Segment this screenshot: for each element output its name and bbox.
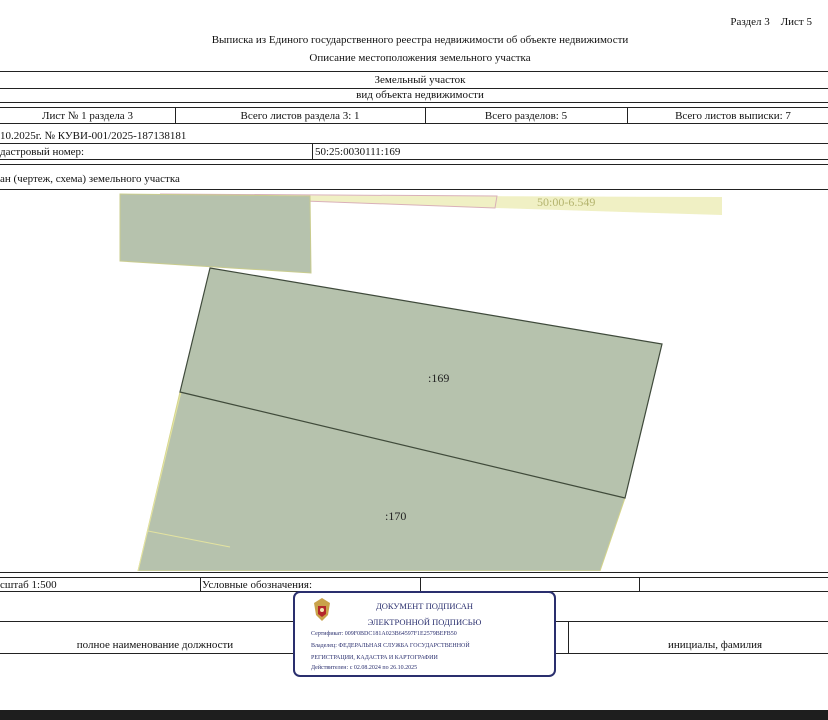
total-extract-sheets: Всего листов выписки: 7	[675, 110, 791, 122]
stamp-line-2: ЭЛЕКТРОННОЙ ПОДПИСЬЮ	[367, 617, 482, 627]
section-sheet-label: Раздел 3 Лист 5	[730, 16, 812, 28]
total-section-sheets: Всего листов раздела 3: 1	[240, 110, 360, 122]
neighbor-parcel-top	[119, 193, 312, 274]
cadastral-number: 50:25:0030111:169	[315, 146, 401, 158]
object-kind-label: вид объекта недвижимости	[356, 89, 484, 101]
document-title: Выписка из Единого государственного реес…	[211, 34, 629, 46]
quarter-label: 50:00-6.549	[537, 195, 595, 209]
section-number: Раздел 3	[730, 16, 770, 28]
stamp-certificate: Сертификат: 009F0BDC181A023B64597F1E2579…	[311, 631, 457, 637]
parcel-label-170: :170	[385, 509, 406, 523]
cadastral-label: дастровый номер:	[0, 146, 85, 158]
initials-label: инициалы, фамилия	[667, 639, 763, 651]
electronic-signature-stamp: ДОКУМЕНТ ПОДПИСАН ЭЛЕКТРОННОЙ ПОДПИСЬЮ С…	[293, 591, 556, 677]
plan-label: ан (чертеж, схема) земельного участка	[0, 173, 180, 185]
total-sections: Всего разделов: 5	[484, 110, 568, 122]
stamp-validity: Действителен: с 02.08.2024 по 26.10.2025	[311, 665, 418, 671]
sheet-number: Лист 5	[780, 16, 812, 28]
stamp-line-1: ДОКУМЕНТ ПОДПИСАН	[375, 601, 474, 611]
document-subtitle: Описание местоположения земельного участ…	[309, 52, 531, 64]
stamp-owner-2: РЕГИСТРАЦИИ, КАДАСТРА И КАРТОГРАФИИ	[311, 655, 438, 661]
extract-number: 10.2025г. № КУВИ-001/2025-187138181	[0, 130, 187, 142]
position-label: полное наименование должности	[76, 639, 234, 651]
object-name: Земельный участок	[374, 74, 466, 86]
parcel-label-169: :169	[428, 371, 449, 385]
scale-label: сштаб 1:500	[0, 579, 57, 591]
legend-label: Условные обозначения:	[202, 579, 313, 591]
stamp-owner-1: Владелец: ФЕДЕРАЛЬНАЯ СЛУЖБА ГОСУДАРСТВЕ…	[311, 643, 470, 649]
sheet-of-section: Лист № 1 раздела 3	[42, 110, 133, 122]
parcel-plan: 50:00-6.549 :169 :170	[119, 193, 722, 571]
bottom-bar	[0, 710, 828, 720]
